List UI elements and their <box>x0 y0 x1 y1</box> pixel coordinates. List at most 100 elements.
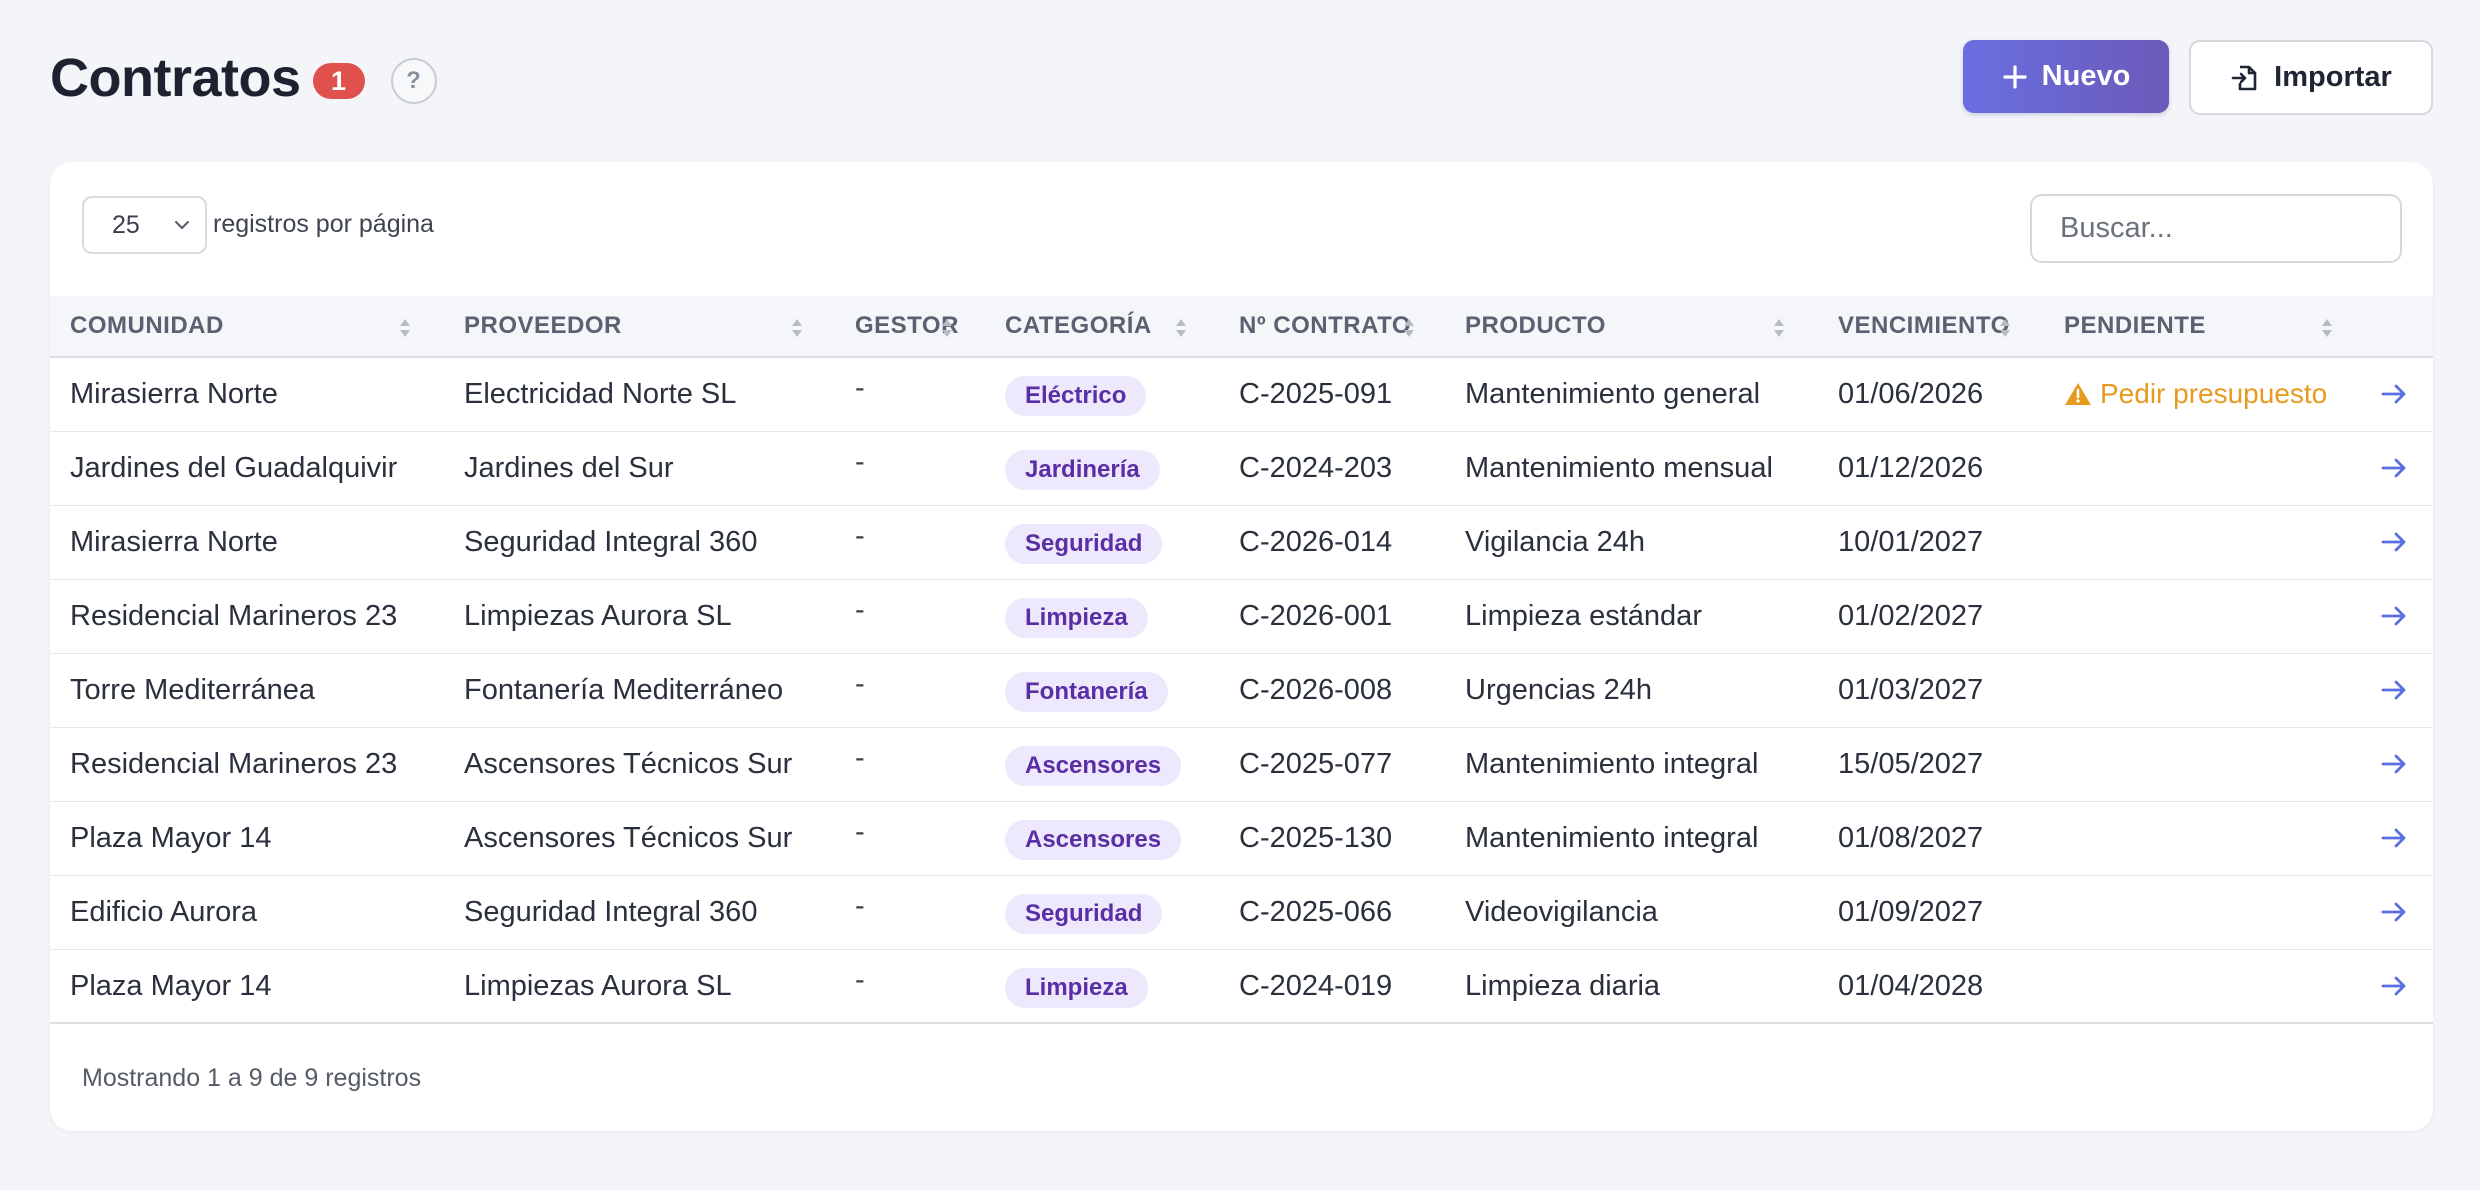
table-row[interactable]: Jardines del Guadalquivir Jardines del Su… <box>50 432 2433 506</box>
cell-producto: Mantenimiento mensual <box>1465 452 1773 484</box>
plus-icon <box>2003 64 2027 89</box>
column-header-comunidad[interactable]: COMUNIDAD <box>70 296 224 356</box>
cell-contrato: C-2025-066 <box>1239 896 1393 928</box>
import-button[interactable]: Importar <box>2189 40 2433 115</box>
column-header-pendiente[interactable]: PENDIENTE <box>2064 296 2206 356</box>
cell-comunidad: Mirasierra Norte <box>70 526 278 558</box>
cell-vencimiento: 01/06/2026 <box>1838 378 1984 410</box>
sort-icon[interactable] <box>790 316 804 340</box>
cell-contrato: C-2026-014 <box>1239 526 1393 558</box>
cell-comunidad: Edificio Aurora <box>70 896 257 928</box>
cell-producto: Limpieza estándar <box>1465 600 1702 632</box>
cell-producto: Mantenimiento integral <box>1465 822 1759 854</box>
cell-proveedor: Seguridad Integral 360 <box>464 896 758 928</box>
import-button-label: Importar <box>2274 61 2392 93</box>
sort-icon[interactable] <box>1402 316 1416 340</box>
category-tag: Fontanería <box>1005 672 1168 712</box>
arrow-right-icon[interactable] <box>2380 974 2408 998</box>
warning-icon <box>2065 383 2091 405</box>
cell-proveedor: Limpiezas Aurora SL <box>464 600 732 632</box>
table-body: Mirasierra Norte Electricidad Norte SL - El… <box>50 358 2433 1024</box>
column-header-proveedor[interactable]: PROVEEDOR <box>464 296 622 356</box>
cell-gestor: - <box>855 816 865 848</box>
cell-comunidad: Residencial Marineros 23 <box>70 600 398 632</box>
category-tag: Ascensores <box>1005 746 1182 786</box>
cell-gestor: - <box>855 520 865 552</box>
cell-producto: Mantenimiento general <box>1465 378 1761 410</box>
cell-comunidad: Plaza Mayor 14 <box>70 970 272 1002</box>
table-row[interactable]: Mirasierra Norte Seguridad Integral 360 - S… <box>50 506 2433 580</box>
table-row[interactable]: Plaza Mayor 14 Ascensores Técnicos Sur - As… <box>50 802 2433 876</box>
cell-proveedor: Seguridad Integral 360 <box>464 526 758 558</box>
cell-gestor: - <box>855 890 865 922</box>
table-row[interactable]: Edificio Aurora Seguridad Integral 360 - Se… <box>50 876 2433 950</box>
table-row[interactable]: Residencial Marineros 23 Limpiezas Aurora… <box>50 580 2433 654</box>
cell-gestor: - <box>855 668 865 700</box>
arrow-right-icon[interactable] <box>2380 604 2408 628</box>
pending-label: Pedir presupuesto <box>2100 378 2328 409</box>
cell-comunidad: Plaza Mayor 14 <box>70 822 272 854</box>
arrow-right-icon[interactable] <box>2380 456 2408 480</box>
arrow-right-icon[interactable] <box>2380 752 2408 776</box>
cell-vencimiento: 15/05/2027 <box>1838 748 1984 780</box>
category-tag: Ascensores <box>1005 820 1182 860</box>
cell-contrato: C-2024-203 <box>1239 452 1393 484</box>
sort-icon[interactable] <box>2320 316 2334 340</box>
table-row[interactable]: Plaza Mayor 14 Limpiezas Aurora SL - Limpie… <box>50 950 2433 1024</box>
category-tag: Seguridad <box>1005 894 1163 934</box>
cell-producto: Videovigilancia <box>1465 896 1658 928</box>
sort-icon[interactable] <box>1174 316 1188 340</box>
arrow-right-icon[interactable] <box>2380 900 2408 924</box>
table-row[interactable]: Residencial Marineros 23 Ascensores Técni… <box>50 728 2433 802</box>
cell-contrato: C-2025-091 <box>1239 378 1393 410</box>
new-button-label: Nuevo <box>2041 60 2131 92</box>
column-header-producto[interactable]: PRODUCTO <box>1465 296 1606 356</box>
count-badge: 1 <box>312 63 365 99</box>
arrow-right-icon[interactable] <box>2380 530 2408 554</box>
arrow-right-icon[interactable] <box>2380 678 2408 702</box>
sort-icon[interactable] <box>398 316 412 340</box>
cell-vencimiento: 10/01/2027 <box>1838 526 1984 558</box>
pending-action[interactable]: Pedir presupuesto <box>2064 358 2327 430</box>
contracts-card: 25 registros por página COMUNIDAD PROVEE… <box>50 162 2433 1131</box>
cell-proveedor: Jardines del Sur <box>464 452 674 484</box>
table-row[interactable]: Torre Mediterránea Fontanería Mediterráne… <box>50 654 2433 728</box>
category-tag: Seguridad <box>1005 524 1163 564</box>
cell-vencimiento: 01/02/2027 <box>1838 600 1984 632</box>
cell-comunidad: Residencial Marineros 23 <box>70 748 398 780</box>
cell-gestor: - <box>855 372 865 404</box>
column-header-contrato[interactable]: Nº CONTRATO <box>1239 296 1411 356</box>
arrow-right-icon[interactable] <box>2380 826 2408 850</box>
cell-contrato: C-2025-077 <box>1239 748 1393 780</box>
arrow-right-icon[interactable] <box>2380 382 2408 406</box>
sort-icon[interactable] <box>940 316 954 340</box>
cell-vencimiento: 01/04/2028 <box>1838 970 1984 1002</box>
table-footer: Mostrando 1 a 9 de 9 registros <box>50 1022 2433 1131</box>
column-header-categoria[interactable]: CATEGORÍA <box>1005 296 1152 356</box>
column-header-vencimiento[interactable]: VENCIMIENTO <box>1838 296 2010 356</box>
cell-proveedor: Ascensores Técnicos Sur <box>464 748 793 780</box>
new-button[interactable]: Nuevo <box>1963 40 2169 113</box>
cell-gestor: - <box>855 964 865 996</box>
cell-contrato: C-2026-001 <box>1239 600 1393 632</box>
title-group: Contratos 1 ? <box>50 40 437 116</box>
cell-comunidad: Jardines del Guadalquivir <box>70 452 398 484</box>
category-tag: Eléctrico <box>1005 376 1147 416</box>
sort-icon[interactable] <box>1772 316 1786 340</box>
cell-proveedor: Electricidad Norte SL <box>464 378 737 410</box>
cell-producto: Urgencias 24h <box>1465 674 1652 706</box>
page-title: Contratos <box>50 48 301 108</box>
sort-icon[interactable] <box>1998 316 2012 340</box>
cell-gestor: - <box>855 742 865 774</box>
cell-vencimiento: 01/03/2027 <box>1838 674 1984 706</box>
search-input[interactable] <box>2030 194 2402 263</box>
cell-producto: Limpieza diaria <box>1465 970 1661 1002</box>
cell-proveedor: Ascensores Técnicos Sur <box>464 822 793 854</box>
page-length-select[interactable]: 25 <box>82 196 207 254</box>
cell-vencimiento: 01/12/2026 <box>1838 452 1984 484</box>
cell-vencimiento: 01/08/2027 <box>1838 822 1984 854</box>
help-icon[interactable]: ? <box>390 58 437 104</box>
page-header: Contratos 1 ? Nuevo Importar <box>50 40 2433 116</box>
table-row[interactable]: Mirasierra Norte Electricidad Norte SL - El… <box>50 358 2433 432</box>
cell-gestor: - <box>855 594 865 626</box>
